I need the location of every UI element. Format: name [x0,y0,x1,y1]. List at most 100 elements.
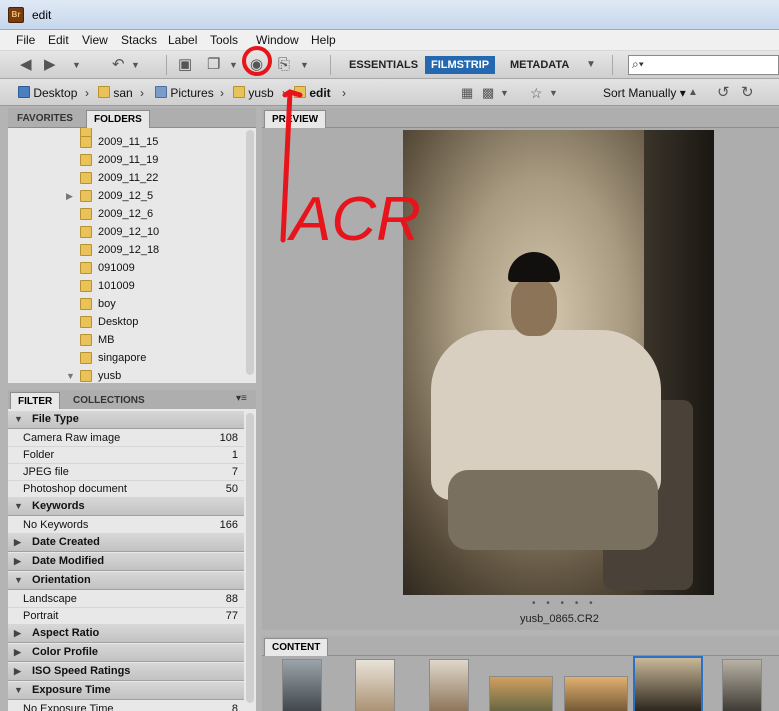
menu-stacks[interactable]: Stacks [121,33,157,47]
folder-row[interactable]: 091009 [8,259,244,277]
filter-section-date-created[interactable]: ▶ Date Created [8,534,244,552]
folder-row[interactable]: 101009 [8,277,244,295]
thumbnail[interactable] [355,659,395,711]
star-rating-filter-icon[interactable]: ☆ [530,84,543,102]
chevron-right-icon[interactable]: › [220,84,224,102]
search-input[interactable] [649,57,774,73]
chevron-right-icon[interactable]: › [85,84,89,102]
breadcrumb-edit[interactable]: edit [294,84,331,102]
menu-label[interactable]: Label [168,33,197,47]
breadcrumb-san[interactable]: san [98,84,133,102]
workspace-filmstrip[interactable]: FILMSTRIP [425,56,496,74]
thumbnail[interactable] [282,659,322,711]
folder-row[interactable]: ▶ 2009_12_5 [8,187,244,205]
refine-dropdown-icon[interactable]: ▼ [229,56,238,74]
filter-section-date-modified[interactable]: ▶ Date Modified [8,553,244,571]
folder-row[interactable]: 2009_11_22 [8,169,244,187]
filter-section-keywords[interactable]: ▼ Keywords [8,498,244,516]
filter-section-exposure-time[interactable]: ▼ Exposure Time [8,682,244,700]
filter-scrollbar[interactable] [246,413,254,703]
workspace-dropdown-icon[interactable]: ▼ [586,56,596,74]
output-icon[interactable]: ⎘ [278,56,290,74]
thumbnail-selected[interactable] [633,656,703,711]
folder-row[interactable]: 2009_12_10 [8,223,244,241]
chevron-right-icon[interactable]: › [342,84,346,102]
menu-edit[interactable]: Edit [48,33,69,47]
tab-preview[interactable]: PREVIEW [264,110,327,128]
menu-help[interactable]: Help [311,33,336,47]
folder-row[interactable]: 2009_11_15 [8,133,244,151]
folders-scrollbar[interactable] [246,130,254,375]
rotate-right-icon[interactable]: ↻ [741,84,754,102]
star-filter-dropdown-icon[interactable]: ▼ [549,84,558,102]
reveal-recent-icon[interactable]: ↶ [112,56,125,74]
history-dropdown-icon[interactable]: ▼ [72,56,81,74]
workspace-essentials[interactable]: ESSENTIALS [343,56,424,74]
filter-item[interactable]: JPEG file 7 [8,463,244,481]
filter-item[interactable]: No Exposure Time 8 [8,700,244,711]
menu-view[interactable]: View [82,33,108,47]
collapse-arrow-icon: ▼ [14,575,23,585]
thumbnail[interactable] [429,659,469,711]
toolbar-separator [166,55,167,75]
rating-dots[interactable]: • • • • • [532,598,597,609]
sort-dropdown[interactable]: Sort Manually ▾ [603,84,686,102]
recent-dropdown-icon[interactable]: ▼ [131,56,140,74]
view-mode-dropdown-icon[interactable]: ▼ [500,84,509,102]
filter-section-aspect-ratio[interactable]: ▶ Aspect Ratio [8,625,244,643]
tab-filter[interactable]: FILTER [10,392,61,410]
filter-item[interactable]: Portrait 77 [8,607,244,625]
tab-content[interactable]: CONTENT [264,638,329,656]
thumbnail[interactable] [564,676,628,711]
filter-item[interactable]: Photoshop document 50 [8,480,244,498]
back-arrow-icon[interactable]: ◀ [20,56,32,74]
folder-row[interactable]: 2009_11_19 [8,151,244,169]
tab-favorites[interactable]: FAVORITES [10,110,80,128]
search-box[interactable]: ⌕▾ [628,55,779,75]
rotate-left-icon[interactable]: ↺ [717,84,730,102]
menu-tools[interactable]: Tools [210,33,238,47]
folder-row[interactable]: MB [8,331,244,349]
thumbnail[interactable] [489,676,553,711]
filter-item[interactable]: Camera Raw image 108 [8,429,244,447]
filter-item[interactable]: No Keywords 166 [8,516,244,534]
open-in-camera-raw-icon[interactable]: ◉ [250,56,263,74]
thumbnail-quality-icon[interactable]: ▦ [461,84,473,102]
view-mode-icon[interactable]: ▩ [482,84,494,102]
breadcrumb-pictures[interactable]: Pictures [155,84,214,102]
collapse-arrow-icon[interactable]: ▼ [66,367,75,383]
sort-direction-icon[interactable]: ▲ [688,84,698,102]
content-tabs: CONTENT [262,636,779,656]
filter-item[interactable]: Landscape 88 [8,590,244,608]
expand-arrow-icon: ▶ [14,647,21,657]
folder-row[interactable]: 2009_12_18 [8,241,244,259]
breadcrumb-yusb[interactable]: yusb [233,84,274,102]
filter-section-color-profile[interactable]: ▶ Color Profile [8,644,244,662]
refine-icon[interactable]: ❐ [207,56,220,74]
chevron-right-icon[interactable]: › [282,84,286,102]
workspace-metadata[interactable]: METADATA [504,56,575,74]
output-dropdown-icon[interactable]: ▼ [300,56,309,74]
filter-section-iso[interactable]: ▶ ISO Speed Ratings [8,663,244,681]
folder-row[interactable]: 2009_12_6 [8,205,244,223]
folder-row[interactable]: boy [8,295,244,313]
tab-folders[interactable]: FOLDERS [86,110,150,128]
filter-section-file-type[interactable]: ▼ File Type [8,411,244,429]
forward-arrow-icon[interactable]: ▶ [44,56,56,74]
menu-window[interactable]: Window [256,33,299,47]
folder-row[interactable]: ▼ yusb [8,367,244,383]
preview-image[interactable] [403,130,714,595]
camera-get-photos-icon[interactable]: ▣ [178,56,192,74]
panel-menu-icon[interactable]: ▾≡ [236,390,247,408]
chevron-right-icon[interactable]: › [140,84,144,102]
breadcrumb-desktop[interactable]: Desktop [18,84,77,102]
folder-row[interactable]: Desktop [8,313,244,331]
folder-row[interactable]: singapore [8,349,244,367]
filter-item[interactable]: Folder 1 [8,446,244,464]
filter-section-orientation[interactable]: ▼ Orientation [8,572,244,590]
menu-file[interactable]: File [16,33,35,47]
tab-collections[interactable]: COLLECTIONS [66,392,152,410]
expand-arrow-icon[interactable]: ▶ [66,187,73,205]
folder-icon [98,86,110,98]
thumbnail[interactable] [722,659,762,711]
